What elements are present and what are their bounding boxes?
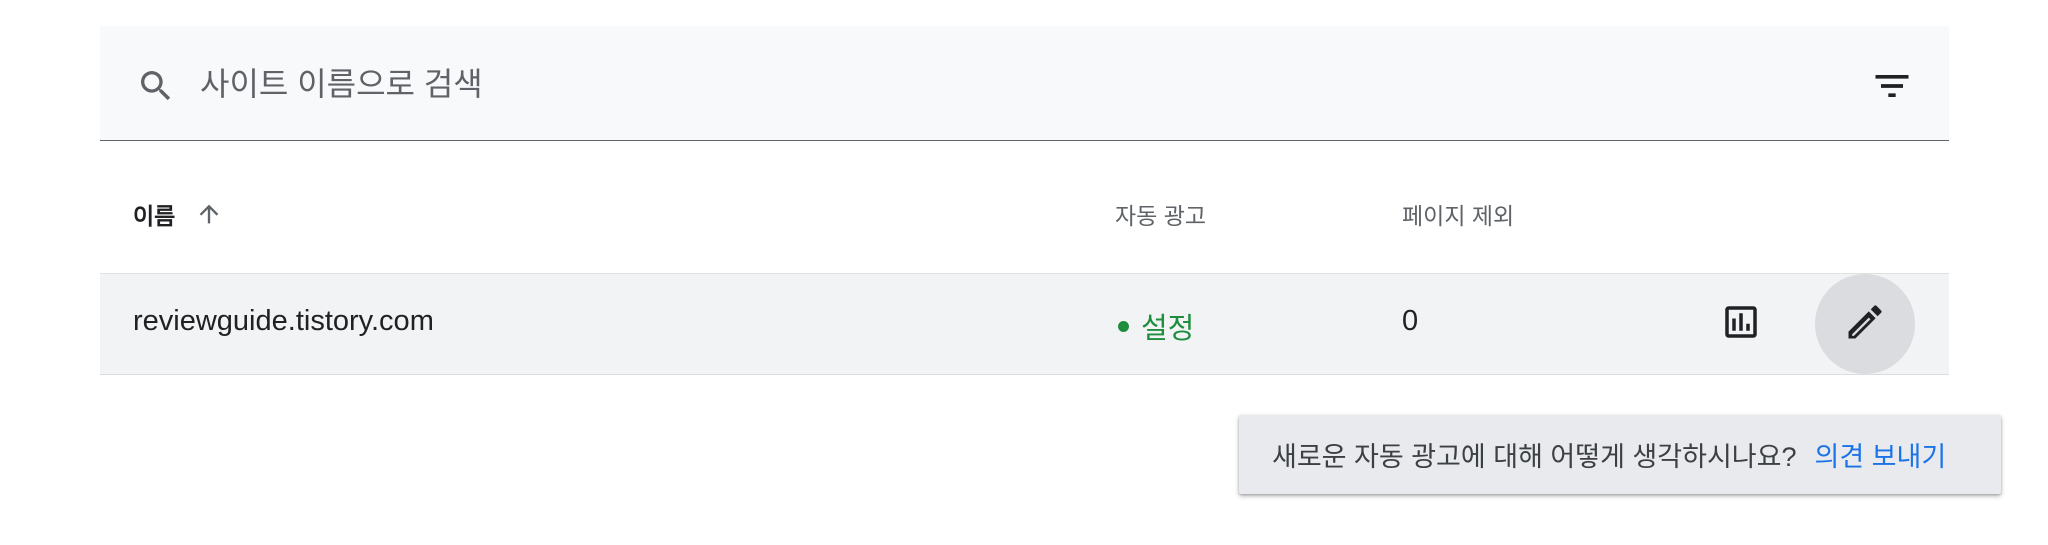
report-button[interactable]	[1711, 294, 1771, 354]
filter-icon[interactable]	[1870, 64, 1914, 108]
feedback-message: 새로운 자동 광고에 대해 어떻게 생각하시나요?	[1272, 442, 1797, 472]
feedback-toast: 새로운 자동 광고에 대해 어떻게 생각하시나요? 의견 보내기	[1239, 415, 2001, 494]
search-icon[interactable]	[136, 66, 176, 106]
pencil-icon	[1843, 300, 1887, 349]
send-feedback-link[interactable]: 의견 보내기	[1814, 435, 1946, 474]
table-row[interactable]: reviewguide.tistory.com 설정 0	[100, 274, 1949, 375]
column-header-auto-ads: 자동 광고	[1115, 203, 1207, 229]
arrow-up-icon[interactable]	[195, 200, 223, 228]
site-name: reviewguide.tistory.com	[133, 305, 434, 337]
column-header-page-exclusions: 페이지 제외	[1402, 203, 1515, 229]
table-header: 이름 자동 광고 페이지 제외	[100, 141, 1949, 274]
auto-ads-status-label: 설정	[1141, 313, 1195, 345]
edit-button[interactable]	[1815, 274, 1915, 374]
bar-chart-icon	[1720, 301, 1762, 348]
column-header-name[interactable]: 이름	[133, 197, 223, 231]
auto-ads-status: 설정	[1118, 305, 1194, 347]
column-header-name-label: 이름	[133, 203, 176, 229]
search-input[interactable]	[200, 56, 1750, 112]
sites-panel: 이름 자동 광고 페이지 제외 reviewguide.tistory.com …	[100, 26, 1949, 375]
search-bar	[100, 26, 1949, 141]
page-exclusions-count: 0	[1402, 305, 1419, 337]
status-dot-icon	[1118, 320, 1129, 332]
